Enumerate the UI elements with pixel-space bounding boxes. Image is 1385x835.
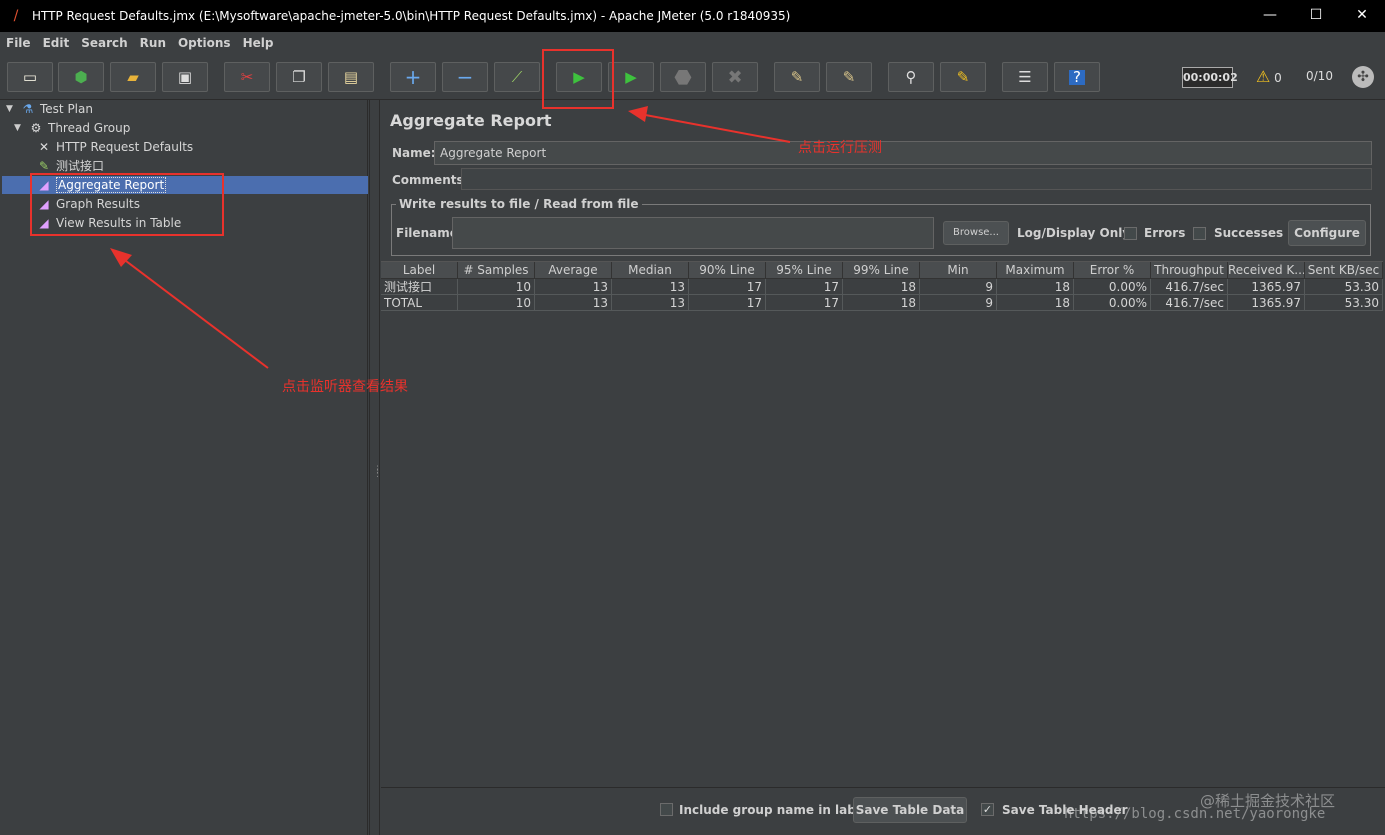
run-hint-text: 点击运行压测 bbox=[798, 140, 882, 156]
run-arrow-head bbox=[628, 106, 648, 122]
watermark-url: https://blog.csdn.net/yaorongke bbox=[1064, 806, 1326, 822]
annotation-arrows bbox=[110, 106, 791, 369]
listener-arrow-line bbox=[121, 257, 269, 369]
listener-hint-text: 点击监听器查看结果 bbox=[282, 379, 408, 395]
run-arrow-line bbox=[639, 113, 791, 143]
